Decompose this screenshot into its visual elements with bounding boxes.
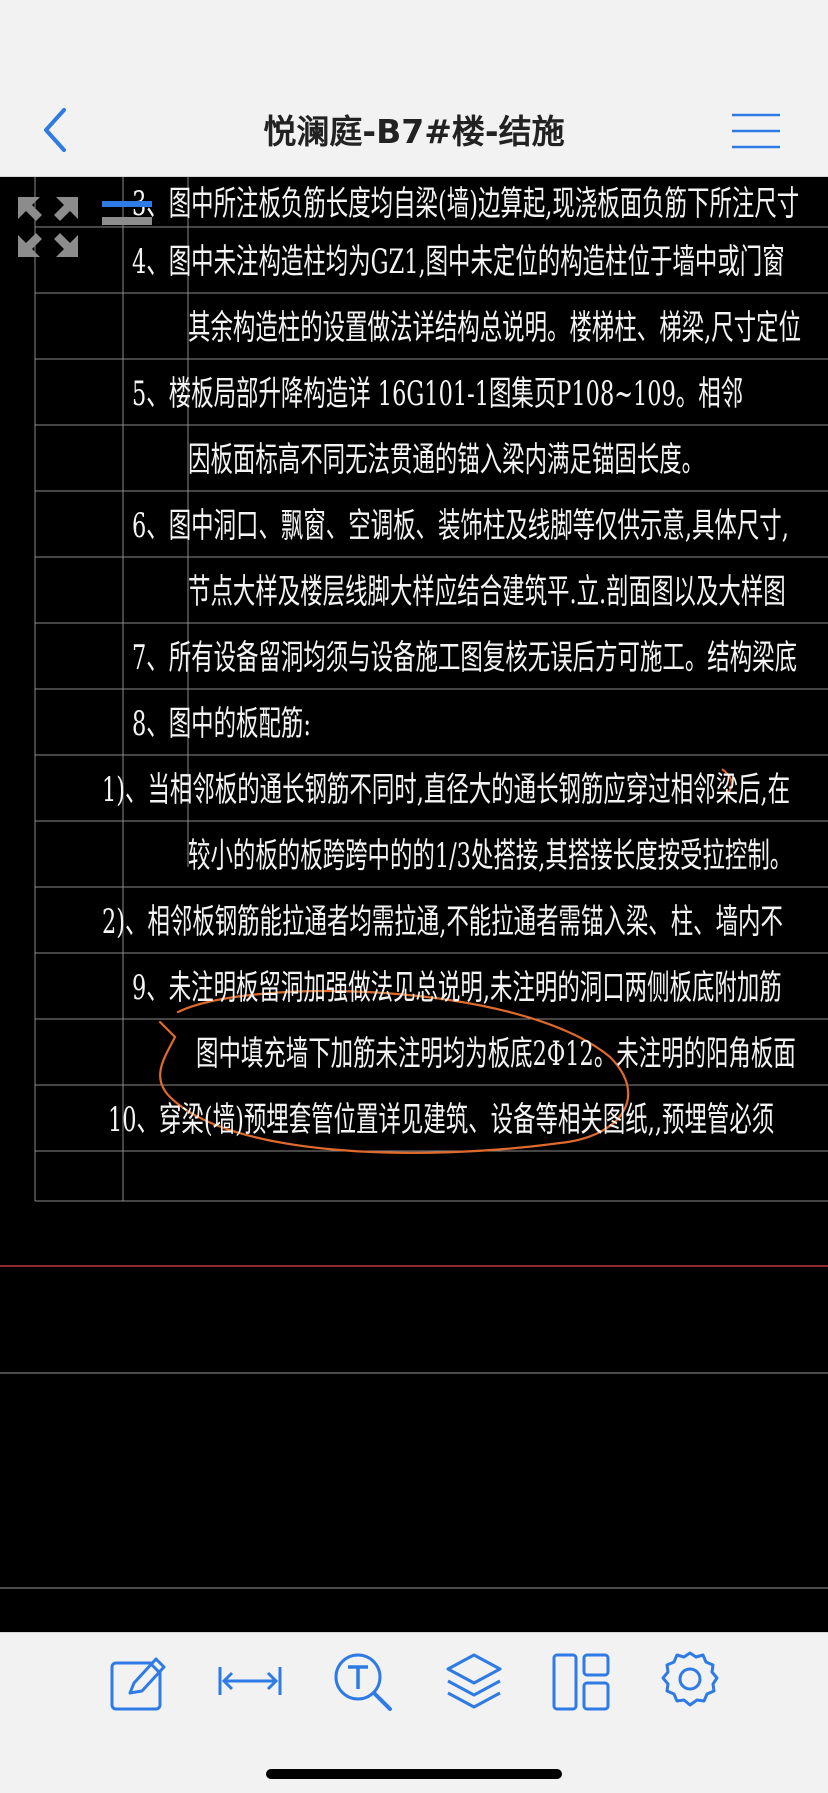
note-line-9: 8、图中的板配筋:: [132, 704, 311, 744]
menu-button[interactable]: [728, 110, 784, 152]
annotate-button[interactable]: [104, 1647, 172, 1715]
note-line-10: 1)、当相邻板的通长钢筋不同时,直径大的通长钢筋应穿过相邻梁后,在: [102, 770, 791, 810]
note-line-11: 较小的板的板跨跨中的的1/3处搭接,其搭接长度按受拉控制。: [188, 836, 793, 876]
layers-icon: [446, 1653, 502, 1709]
note-line-5: 因板面标高不同无法贯通的锚入梁内满足锚固长度。: [188, 440, 705, 480]
text-search-button[interactable]: [328, 1647, 396, 1715]
note-line-15: 10、穿梁(墙)预埋套管位置详见建筑、设备等相关图纸,,预埋管必须: [108, 1100, 775, 1140]
page-title: 悦澜庭-B7#楼-结施: [263, 112, 565, 151]
home-indicator[interactable]: [266, 1769, 562, 1779]
settings-button[interactable]: [656, 1647, 724, 1715]
measure-distance-icon: [218, 1667, 282, 1695]
fit-screen-button[interactable]: [16, 195, 80, 259]
layer-toggle-button[interactable]: [100, 199, 156, 227]
annotate-edit-icon: [110, 1657, 166, 1711]
layer-toggle-icon: [102, 201, 152, 225]
layout-button[interactable]: [548, 1647, 616, 1715]
layers-button[interactable]: [440, 1647, 508, 1715]
note-line-12: 2)、相邻板钢筋能拉通者均需拉通,不能拉通者需锚入梁、柱、墙内不: [102, 902, 783, 942]
note-line-8: 7、所有设备留洞均须与设备施工图复核无误后方可施工。结构梁底: [132, 638, 798, 678]
bottom-toolbar: [0, 1632, 828, 1793]
chevron-left-icon: [44, 108, 66, 152]
note-line-1: 3、图中所注板负筋长度均自梁(墙)边算起,现浇板面负筋下所注尺寸: [132, 184, 800, 224]
settings-gear-icon: [661, 1651, 719, 1707]
note-line-7: 节点大样及楼层线脚大样应结合建筑平.立.剖面图以及大样图: [188, 572, 786, 612]
layout-panels-icon: [552, 1653, 610, 1711]
drawing-canvas[interactable]: 3、图中所注板负筋长度均自梁(墙)边算起,现浇板面负筋下所注尺寸 4、图中未注构…: [0, 177, 828, 1632]
note-line-3: 其余构造柱的设置做法详结构总说明。楼梯柱、梯梁,尺寸定位: [188, 308, 802, 348]
fit-screen-icon: [18, 197, 78, 257]
note-line-2: 4、图中未注构造柱均为GZ1,图中未定位的构造柱位于墙中或门窗: [132, 242, 785, 282]
note-line-4: 5、楼板局部升降构造详 16G101-1图集页P108~109。相邻: [132, 374, 744, 414]
top-navigation-bar: 悦澜庭-B7#楼-结施: [0, 0, 828, 177]
note-line-6: 6、图中洞口、飘窗、空调板、装饰柱及线脚等仅供示意,具体尺寸,: [132, 506, 789, 546]
hamburger-menu-icon: [732, 113, 780, 149]
back-button[interactable]: [36, 100, 76, 160]
text-search-icon: [334, 1653, 392, 1711]
note-line-14: 图中填充墙下加筋未注明均为板底2Φ12。未注明的阳角板面: [196, 1034, 796, 1074]
measure-button[interactable]: [216, 1647, 284, 1715]
note-line-13: 9、未注明板留洞加强做法见总说明,未注明的洞口两侧板底附加筋: [132, 968, 782, 1008]
